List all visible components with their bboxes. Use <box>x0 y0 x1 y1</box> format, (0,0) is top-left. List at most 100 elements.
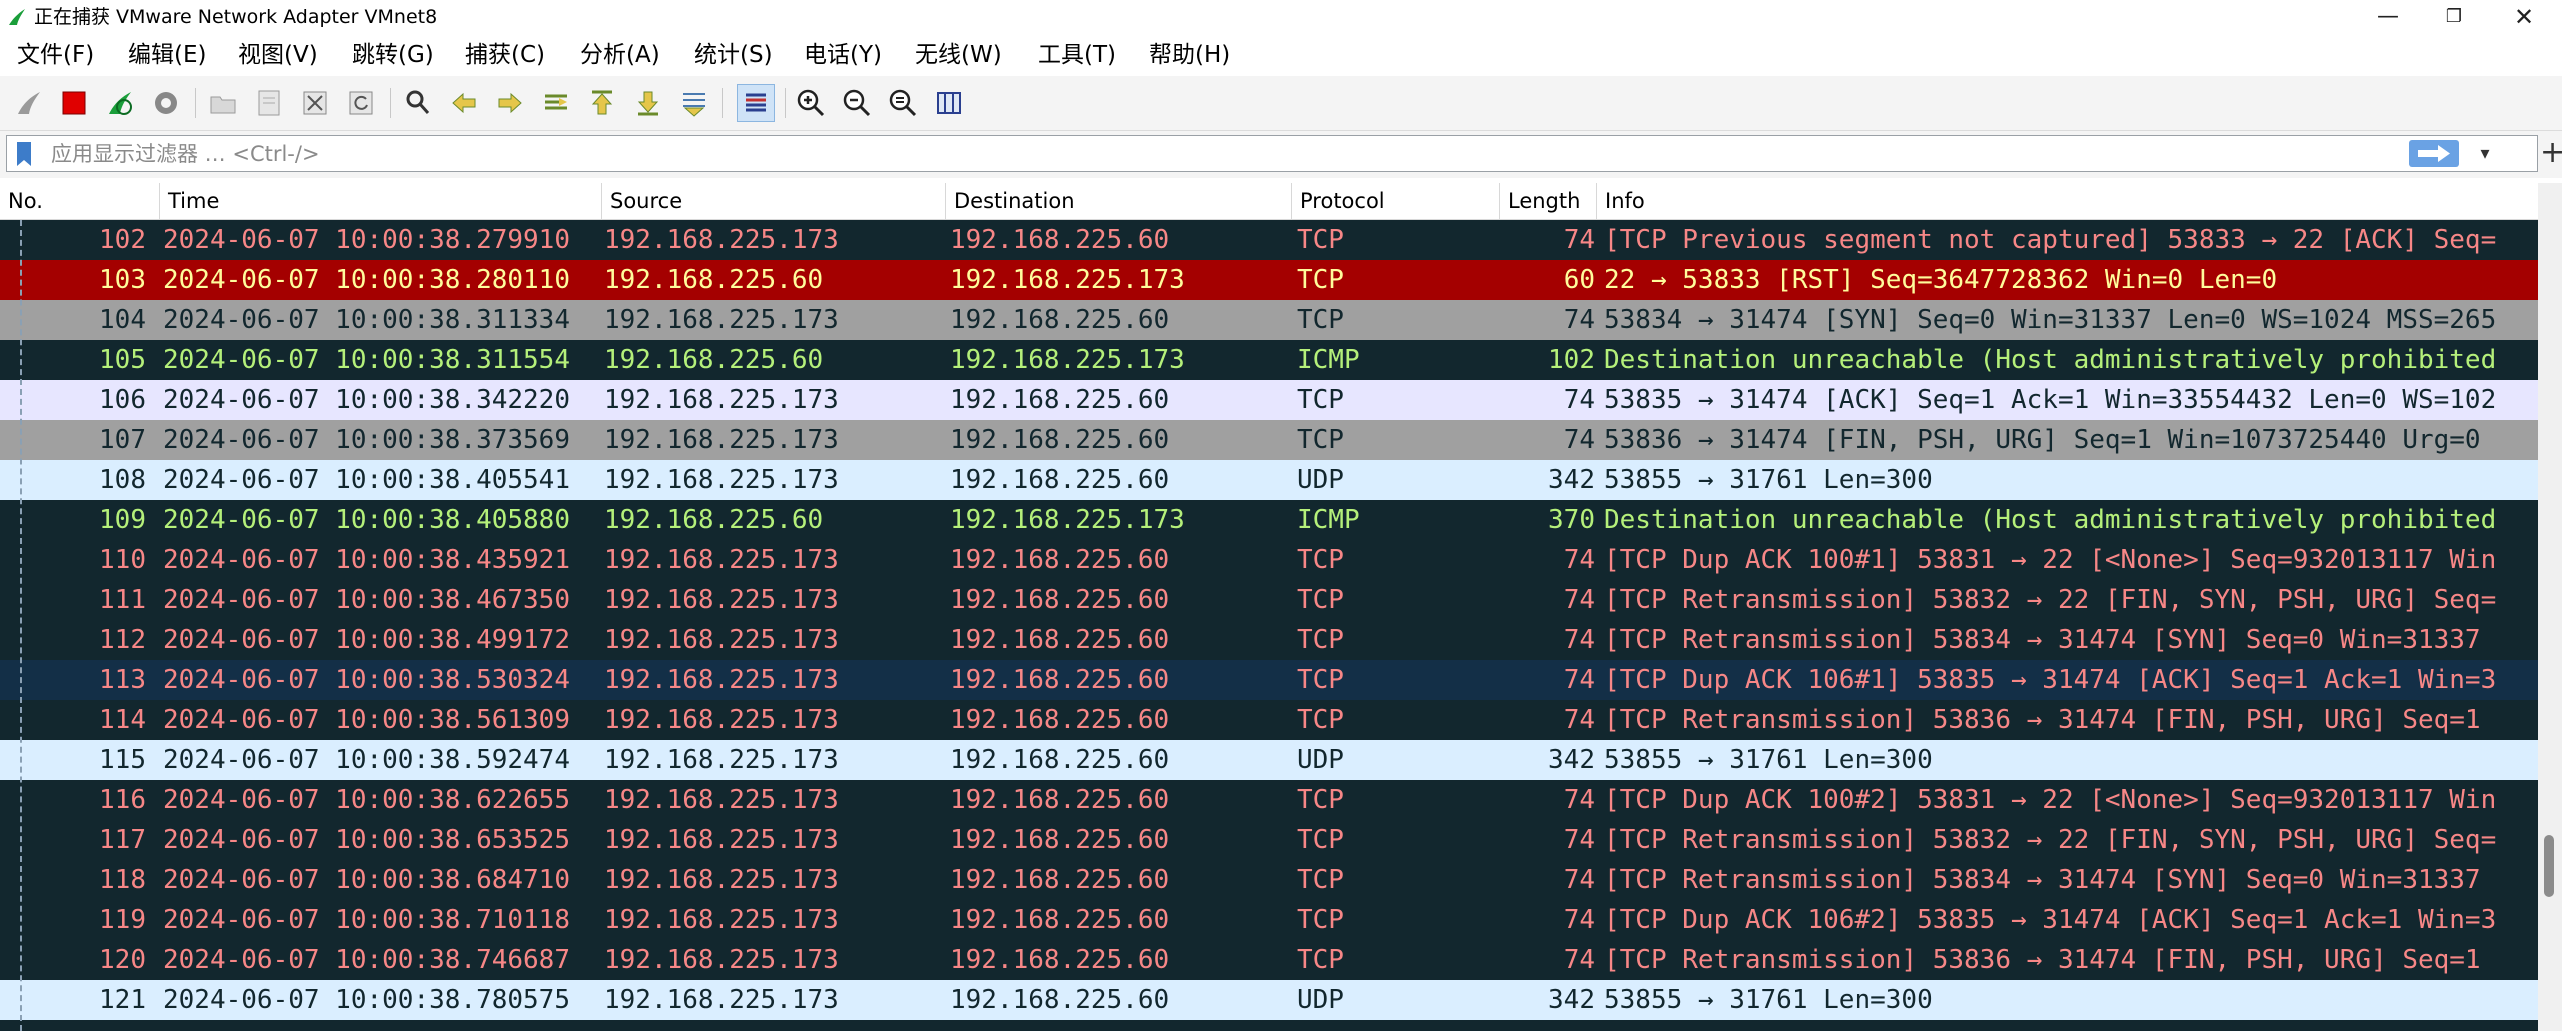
packet-info: [TCP Dup ACK 100#1] 53831 → 22 [<None>] … <box>1604 545 2497 575</box>
packet-length: 342 <box>1548 465 1595 495</box>
colorize-icon[interactable] <box>737 84 775 122</box>
packet-list-scrollbar[interactable] <box>2538 183 2562 1031</box>
packet-row[interactable]: 120 2024-06-07 10:00:38.746687 192.168.225… <box>0 940 2538 980</box>
zoom-in-icon[interactable] <box>792 84 830 122</box>
find-packet-icon[interactable] <box>399 84 437 122</box>
menu-statistics[interactable]: 统计(S) <box>694 40 773 70</box>
start-capture-icon[interactable] <box>10 84 48 122</box>
menu-go[interactable]: 跳转(G) <box>352 40 434 70</box>
packet-row[interactable]: 119 2024-06-07 10:00:38.710118 192.168.225… <box>0 900 2538 940</box>
packet-destination: 192.168.225.60 <box>950 225 1170 255</box>
resize-columns-icon[interactable] <box>930 84 968 122</box>
packet-row[interactable]: 109 2024-06-07 10:00:38.405880 192.168.225… <box>0 500 2538 540</box>
packet-time: 2024-06-07 10:00:38.279910 <box>163 225 570 255</box>
packet-row[interactable]: 117 2024-06-07 10:00:38.653525 192.168.225… <box>0 820 2538 860</box>
zoom-out-icon[interactable] <box>838 84 876 122</box>
packet-source: 192.168.225.173 <box>604 545 839 575</box>
packet-row-partial[interactable] <box>0 1020 2538 1031</box>
apply-filter-button[interactable] <box>2409 140 2459 167</box>
column-header-length[interactable]: Length <box>1500 183 1597 219</box>
packet-length: 74 <box>1563 665 1595 695</box>
packet-destination: 192.168.225.60 <box>950 625 1170 655</box>
packet-destination: 192.168.225.60 <box>950 985 1170 1015</box>
packet-row[interactable]: 112 2024-06-07 10:00:38.499172 192.168.225… <box>0 620 2538 660</box>
go-forward-icon[interactable] <box>491 84 529 122</box>
go-to-packet-icon[interactable] <box>537 84 575 122</box>
packet-row[interactable]: 105 2024-06-07 10:00:38.311554 192.168.225… <box>0 340 2538 380</box>
close-button[interactable]: ✕ <box>2494 0 2554 34</box>
packet-row[interactable]: 115 2024-06-07 10:00:38.592474 192.168.225… <box>0 740 2538 780</box>
packet-destination: 192.168.225.60 <box>950 545 1170 575</box>
packet-time: 2024-06-07 10:00:38.311334 <box>163 305 570 335</box>
packet-time: 2024-06-07 10:00:38.280110 <box>163 265 570 295</box>
packet-row[interactable]: 104 2024-06-07 10:00:38.311334 192.168.225… <box>0 300 2538 340</box>
packet-protocol: TCP <box>1297 585 1344 615</box>
add-filter-button[interactable]: + <box>2540 138 2562 168</box>
scrollbar-thumb[interactable] <box>2544 835 2554 897</box>
stop-capture-icon[interactable] <box>55 84 93 122</box>
packet-info: [TCP Retransmission] 53834 → 31474 [SYN]… <box>1604 625 2481 655</box>
go-first-icon[interactable] <box>583 84 621 122</box>
display-filter-input[interactable]: 应用显示过滤器 … <Ctrl-/> ▾ <box>6 135 2538 172</box>
menu-view[interactable]: 视图(V) <box>238 40 318 70</box>
reload-file-icon[interactable] <box>342 84 380 122</box>
column-header-no[interactable]: No. <box>0 183 160 219</box>
packet-row[interactable]: 114 2024-06-07 10:00:38.561309 192.168.225… <box>0 700 2538 740</box>
menu-analyze[interactable]: 分析(A) <box>580 40 660 70</box>
go-back-icon[interactable] <box>445 84 483 122</box>
packet-destination: 192.168.225.60 <box>950 905 1170 935</box>
packet-row[interactable]: 111 2024-06-07 10:00:38.467350 192.168.225… <box>0 580 2538 620</box>
packet-row[interactable]: 106 2024-06-07 10:00:38.342220 192.168.225… <box>0 380 2538 420</box>
packet-protocol: UDP <box>1297 745 1344 775</box>
packet-row[interactable]: 113 2024-06-07 10:00:38.530324 192.168.225… <box>0 660 2538 700</box>
packet-length: 74 <box>1563 305 1595 335</box>
packet-source: 192.168.225.173 <box>604 825 839 855</box>
menu-telephony[interactable]: 电话(Y) <box>804 40 882 70</box>
packet-protocol: ICMP <box>1297 345 1360 375</box>
zoom-normal-icon[interactable] <box>884 84 922 122</box>
packet-protocol: TCP <box>1297 665 1344 695</box>
capture-options-icon[interactable] <box>147 84 185 122</box>
menu-wireless[interactable]: 无线(W) <box>915 40 1002 70</box>
packet-destination: 192.168.225.60 <box>950 865 1170 895</box>
packet-source: 192.168.225.173 <box>604 425 839 455</box>
packet-row[interactable]: 121 2024-06-07 10:00:38.780575 192.168.225… <box>0 980 2538 1020</box>
autoscroll-icon[interactable] <box>675 84 713 122</box>
bookmark-icon[interactable] <box>15 141 33 167</box>
packet-source: 192.168.225.173 <box>604 585 839 615</box>
packet-time: 2024-06-07 10:00:38.373569 <box>163 425 570 455</box>
save-file-icon[interactable] <box>250 84 288 122</box>
packet-destination: 192.168.225.60 <box>950 425 1170 455</box>
go-last-icon[interactable] <box>629 84 667 122</box>
chevron-down-icon[interactable]: ▾ <box>2471 140 2499 167</box>
close-file-icon[interactable] <box>296 84 334 122</box>
menu-file[interactable]: 文件(F) <box>17 40 94 70</box>
packet-row[interactable]: 103 2024-06-07 10:00:38.280110 192.168.225… <box>0 260 2538 300</box>
column-header-destination[interactable]: Destination <box>946 183 1292 219</box>
open-file-icon[interactable] <box>204 84 242 122</box>
maximize-button[interactable]: ❐ <box>2424 0 2484 34</box>
column-header-source[interactable]: Source <box>602 183 946 219</box>
packet-row[interactable]: 108 2024-06-07 10:00:38.405541 192.168.225… <box>0 460 2538 500</box>
packet-row[interactable]: 110 2024-06-07 10:00:38.435921 192.168.225… <box>0 540 2538 580</box>
column-header-info[interactable]: Info <box>1597 183 2538 219</box>
menu-tools[interactable]: 工具(T) <box>1038 40 1116 70</box>
restart-capture-icon[interactable] <box>101 84 139 122</box>
packet-info: [TCP Dup ACK 106#1] 53835 → 31474 [ACK] … <box>1604 665 2497 695</box>
packet-info: Destination unreachable (Host administra… <box>1604 345 2497 375</box>
minimize-button[interactable]: — <box>2358 0 2418 34</box>
packet-row[interactable]: 107 2024-06-07 10:00:38.373569 192.168.225… <box>0 420 2538 460</box>
packet-source: 192.168.225.173 <box>604 945 839 975</box>
packet-time: 2024-06-07 10:00:38.311554 <box>163 345 570 375</box>
packet-row[interactable]: 116 2024-06-07 10:00:38.622655 192.168.225… <box>0 780 2538 820</box>
packet-info: [TCP Retransmission] 53832 → 22 [FIN, SY… <box>1604 585 2497 615</box>
column-header-time[interactable]: Time <box>160 183 602 219</box>
packet-row[interactable]: 118 2024-06-07 10:00:38.684710 192.168.225… <box>0 860 2538 900</box>
menu-edit[interactable]: 编辑(E) <box>128 40 206 70</box>
packet-time: 2024-06-07 10:00:38.592474 <box>163 745 570 775</box>
packet-row[interactable]: 102 2024-06-07 10:00:38.279910 192.168.225… <box>0 220 2538 260</box>
packet-protocol: TCP <box>1297 625 1344 655</box>
menu-capture[interactable]: 捕获(C) <box>465 40 545 70</box>
menu-help[interactable]: 帮助(H) <box>1149 40 1230 70</box>
column-header-protocol[interactable]: Protocol <box>1292 183 1500 219</box>
